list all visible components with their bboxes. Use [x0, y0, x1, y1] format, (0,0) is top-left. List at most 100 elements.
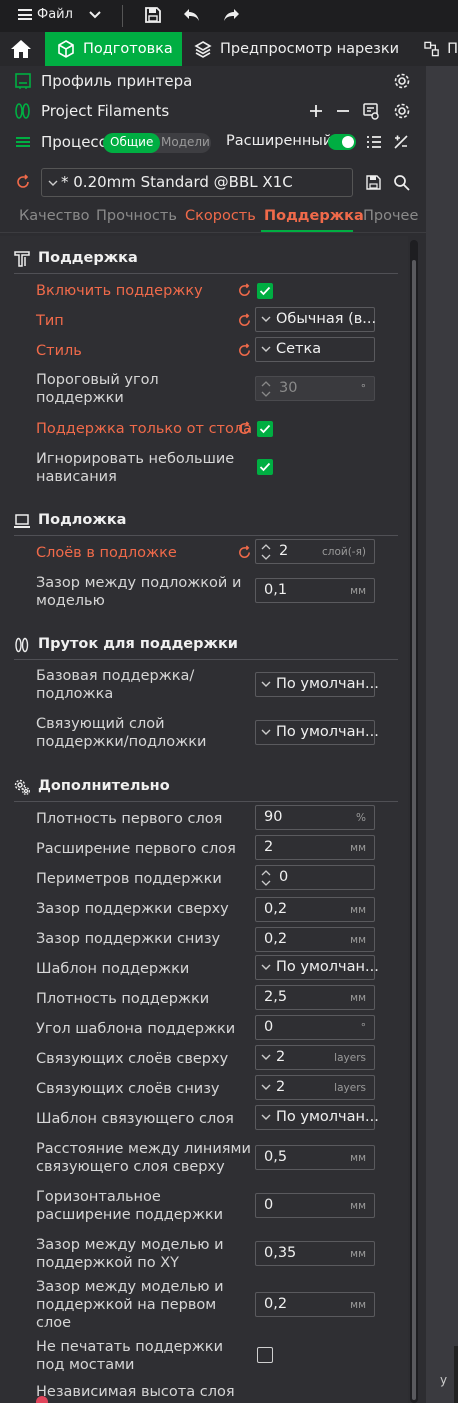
- compare-icon[interactable]: [393, 134, 409, 150]
- initial-density-input[interactable]: 90 %: [255, 805, 375, 830]
- file-menu-label: Файл: [37, 7, 73, 22]
- no-bridges-label: Не печатать поддержки под мостами: [36, 1339, 223, 1373]
- spin-icon[interactable]: [261, 542, 271, 562]
- section-support-filament-title: Пруток для поддержки: [38, 636, 238, 652]
- scrollbar[interactable]: [410, 240, 418, 1403]
- chevron-down-icon: [261, 729, 271, 735]
- horizontal-expansion-label: Горизонтальное расширение поддержки: [36, 1189, 224, 1223]
- tab-quality[interactable]: Качество: [19, 208, 90, 224]
- layers-icon: [194, 41, 212, 58]
- interface-spacing-input[interactable]: 0,5 мм: [255, 1145, 375, 1170]
- tab-device-label: П: [447, 41, 458, 57]
- raft-gap-value: 0,1: [264, 582, 288, 598]
- tab-speed[interactable]: Скорость: [185, 208, 256, 224]
- process-mode-switch[interactable]: Общие Модели: [103, 133, 211, 153]
- base-pattern-select[interactable]: По умолчан...: [255, 955, 379, 980]
- file-menu[interactable]: Файл: [18, 7, 73, 22]
- filaments-row[interactable]: Project Filaments: [0, 96, 426, 126]
- main-tab-bar: Подготовка Предпросмотр нарезки П: [0, 32, 458, 66]
- build-plate-only-checkbox[interactable]: [257, 421, 273, 437]
- reset-icon[interactable]: [237, 545, 252, 560]
- tab-strength[interactable]: Прочность: [96, 208, 177, 224]
- home-icon[interactable]: [10, 38, 32, 60]
- section-raft-title: Подложка: [38, 512, 127, 528]
- raft-gap-input[interactable]: 0,1 мм: [255, 578, 375, 603]
- tab-device[interactable]: П: [412, 32, 458, 66]
- support-type-select[interactable]: Обычная (в...: [255, 307, 376, 332]
- process-mode-objects[interactable]: Модели: [161, 135, 210, 149]
- chevron-down-icon[interactable]: [88, 8, 102, 22]
- density-value: 2,5: [264, 989, 288, 1005]
- first-layer-gap-input[interactable]: 0,2 мм: [255, 1292, 375, 1317]
- support-style-select[interactable]: Сетка: [255, 337, 375, 362]
- interface-pattern-select[interactable]: По умолчан...: [255, 1105, 379, 1130]
- section-advanced-title: Дополнительно: [38, 778, 170, 794]
- initial-expansion-input[interactable]: 2 мм: [255, 835, 375, 860]
- threshold-angle-input[interactable]: 30 °: [255, 376, 375, 401]
- process-preset-select[interactable]: * 0.20mm Standard @BBL X1C: [41, 168, 353, 197]
- bottom-z-label: Зазор поддержки снизу: [36, 931, 221, 947]
- reset-icon[interactable]: [237, 313, 252, 328]
- bottom-interface-layers-select[interactable]: 2 layers: [255, 1075, 375, 1100]
- xy-distance-label: Зазор между моделью и поддержкой по XY: [36, 1237, 224, 1271]
- chevron-down-icon: [261, 346, 271, 352]
- horizontal-expansion-value: 0: [264, 1197, 274, 1213]
- printer-profile-row[interactable]: Профиль принтера: [0, 66, 426, 96]
- support-icon: [14, 251, 30, 267]
- wall-loops-input[interactable]: 0: [255, 865, 375, 890]
- initial-expansion-unit: мм: [350, 842, 366, 854]
- density-input[interactable]: 2,5 мм: [255, 985, 375, 1010]
- gear-icon[interactable]: [393, 102, 411, 120]
- preset-value: * 0.20mm Standard @BBL X1C: [61, 173, 293, 191]
- process-layers-icon: [16, 137, 30, 147]
- bottom-z-input[interactable]: 0,2 мм: [255, 927, 375, 952]
- horizontal-expansion-input[interactable]: 0 мм: [255, 1193, 375, 1218]
- pattern-angle-label: Угол шаблона поддержки: [36, 1021, 236, 1037]
- base-filament-select[interactable]: По умолчан...: [255, 672, 379, 697]
- plus-icon[interactable]: [308, 103, 324, 119]
- no-bridges-checkbox[interactable]: [257, 1347, 273, 1363]
- axis-label-y: y: [440, 1373, 448, 1387]
- list-icon[interactable]: [366, 135, 382, 149]
- xy-distance-value: 0,35: [264, 1245, 297, 1261]
- top-z-unit: мм: [350, 904, 366, 916]
- save-icon[interactable]: [144, 6, 162, 24]
- initial-expansion-value: 2: [264, 839, 274, 855]
- reset-icon[interactable]: [237, 421, 252, 436]
- raft-gap-unit: мм: [350, 585, 366, 597]
- tab-support[interactable]: Поддержка: [264, 208, 364, 224]
- undo-icon[interactable]: [182, 6, 202, 24]
- advanced-toggle[interactable]: [328, 134, 356, 150]
- top-z-input[interactable]: 0,2 мм: [255, 897, 375, 922]
- reset-icon[interactable]: [15, 174, 31, 190]
- chevron-down-icon: [261, 964, 271, 970]
- save-preset-icon[interactable]: [366, 175, 381, 190]
- gear-icon[interactable]: [393, 72, 411, 90]
- tab-preview[interactable]: Предпросмотр нарезки: [182, 32, 402, 66]
- pattern-angle-input[interactable]: 0 °: [255, 1015, 375, 1040]
- tab-others[interactable]: Прочее: [363, 208, 418, 224]
- ignore-overhangs-checkbox[interactable]: [257, 459, 273, 475]
- tab-prepare[interactable]: Подготовка: [45, 32, 182, 66]
- process-mode-global[interactable]: Общие: [103, 133, 161, 153]
- pattern-angle-unit: °: [360, 1022, 366, 1034]
- filament-sync-icon[interactable]: [362, 102, 380, 120]
- initial-expansion-label: Расширение первого слоя: [36, 841, 236, 857]
- interface-filament-select[interactable]: По умолчан...: [255, 720, 379, 745]
- multi-device-icon: [424, 41, 439, 57]
- top-interface-layers-select[interactable]: 2 layers: [255, 1045, 375, 1070]
- xy-distance-input[interactable]: 0,35 мм: [255, 1241, 375, 1266]
- reset-icon[interactable]: [237, 343, 252, 358]
- reset-icon[interactable]: [237, 283, 252, 298]
- minus-icon[interactable]: [335, 103, 351, 119]
- threshold-angle-unit: °: [360, 383, 366, 395]
- search-icon[interactable]: [393, 174, 410, 191]
- redo-icon[interactable]: [221, 6, 241, 24]
- process-label: Процесс: [41, 133, 107, 151]
- tab-prepare-label: Подготовка: [83, 41, 173, 57]
- raft-layers-input[interactable]: 2 слой(-я): [255, 539, 375, 564]
- enable-support-checkbox[interactable]: [257, 283, 273, 299]
- build-plate-only-label: Поддержка только от стола: [36, 421, 253, 437]
- spin-icon[interactable]: [261, 868, 271, 888]
- initial-density-value: 90: [264, 809, 283, 825]
